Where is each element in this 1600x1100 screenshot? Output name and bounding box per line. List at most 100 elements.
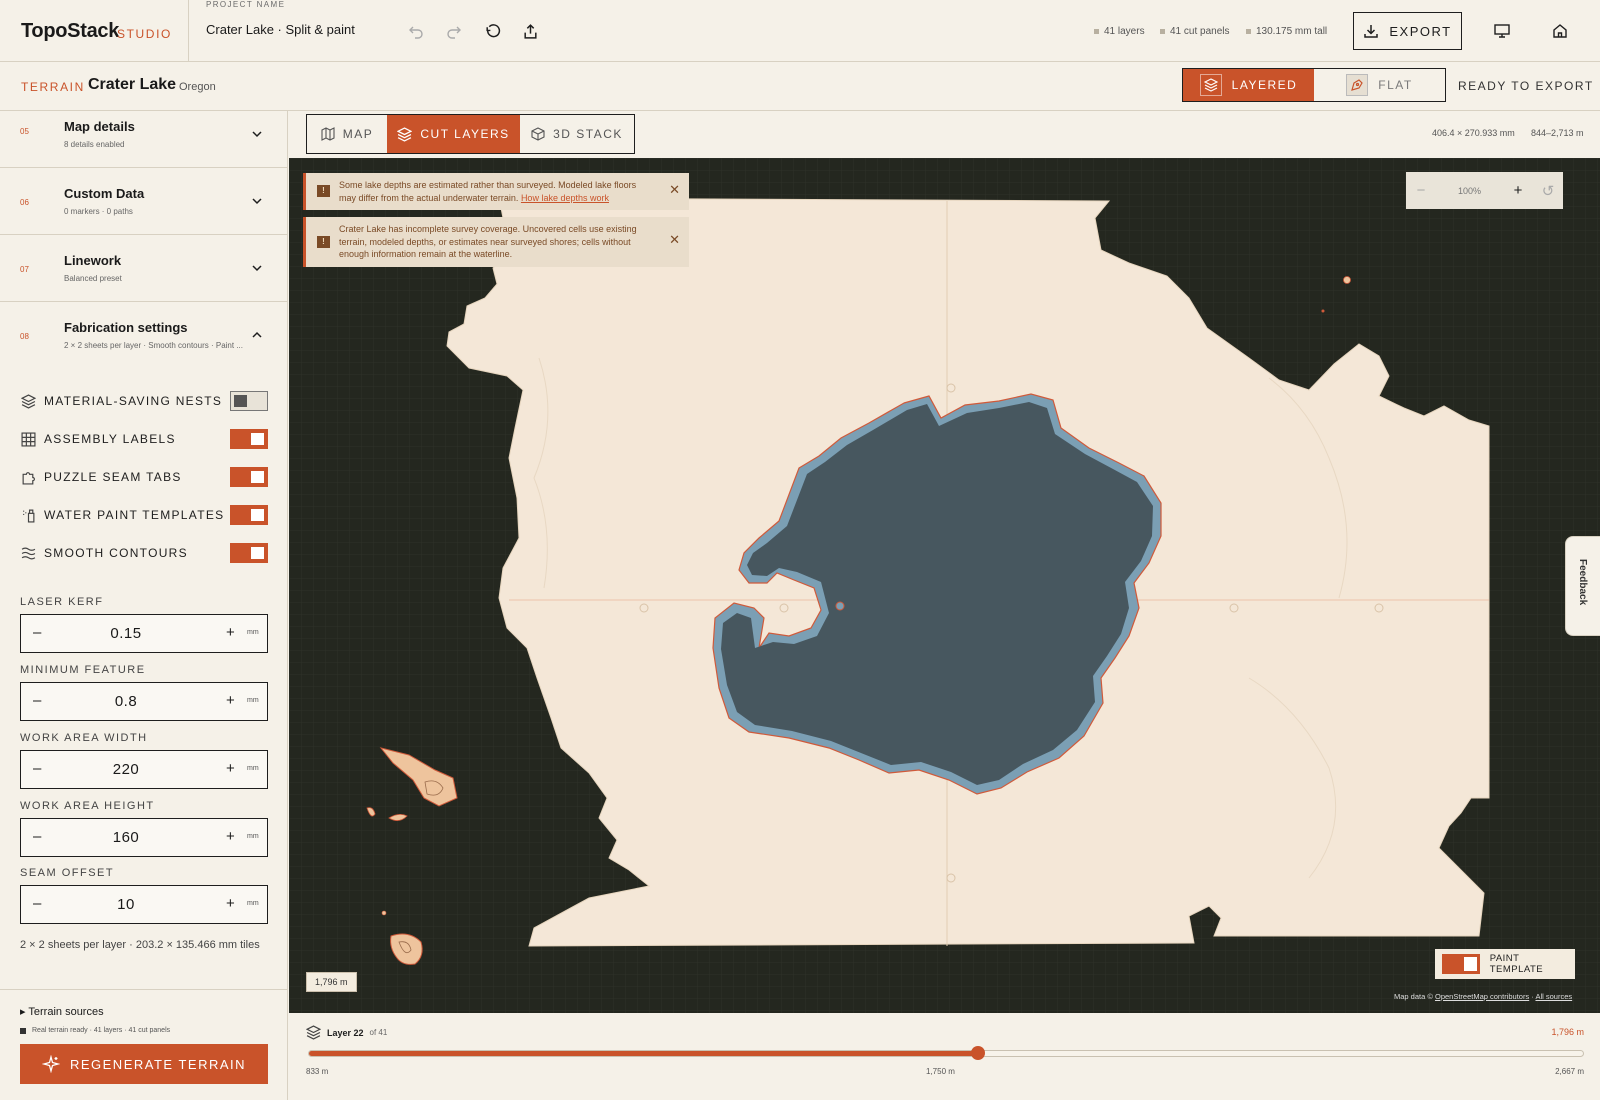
- work-area-height-value[interactable]: 160: [61, 829, 191, 846]
- zoom-controls: − 100% + ↺: [1406, 172, 1563, 209]
- decrement-button[interactable]: –: [33, 692, 41, 709]
- layers-icon: [1199, 74, 1222, 96]
- layer-slider[interactable]: [308, 1046, 1584, 1060]
- section-custom-data[interactable]: 06 Custom Data 0 markers · 0 paths: [0, 168, 288, 235]
- assembly-labels-toggle[interactable]: [230, 429, 268, 449]
- sheet-layout-note: 2 × 2 sheets per layer · 203.2 × 135.466…: [20, 939, 260, 951]
- terrain-region: Oregon: [179, 81, 216, 93]
- elevation-range: 844–2,713 m: [1531, 128, 1584, 138]
- increment-button[interactable]: +: [226, 828, 235, 845]
- toggle-row-water-paint-templates: WATER PAINT TEMPLATES: [20, 503, 268, 527]
- share-icon[interactable]: [519, 20, 541, 42]
- toggle-row-smooth-contours: SMOOTH CONTOURS: [20, 541, 268, 565]
- decrement-button[interactable]: –: [33, 760, 41, 777]
- water-paint-templates-toggle[interactable]: [230, 505, 268, 525]
- grid-icon: [20, 431, 36, 447]
- warning-icon: !: [317, 236, 330, 248]
- terrain-sources-toggle[interactable]: ▸ Terrain sources: [20, 1005, 104, 1018]
- home-icon[interactable]: [1549, 20, 1571, 42]
- work-area-width-value[interactable]: 220: [61, 761, 191, 778]
- toggle-label: PUZZLE SEAM TABS: [44, 470, 182, 484]
- export-button[interactable]: EXPORT: [1353, 12, 1462, 50]
- regenerate-terrain-button[interactable]: REGENERATE TERRAIN: [20, 1044, 268, 1084]
- increment-button[interactable]: +: [226, 895, 235, 912]
- section-title: Linework: [64, 253, 122, 268]
- tab-3d-stack[interactable]: 3D STACK: [520, 115, 634, 153]
- sparkle-icon: [41, 1055, 60, 1073]
- decrement-button[interactable]: –: [33, 828, 41, 845]
- decrement-button[interactable]: –: [33, 624, 41, 641]
- work-area-height-stepper[interactable]: – 160 + mm: [20, 818, 268, 857]
- slider-thumb[interactable]: [970, 1046, 985, 1060]
- view-tabs: MAP CUT LAYERS 3D STACK: [306, 114, 635, 154]
- terrain-status: Real terrain ready · 41 layers · 41 cut …: [20, 1027, 170, 1034]
- tab-cut-layers[interactable]: CUT LAYERS: [387, 115, 520, 153]
- toggle-row-material-saving-nests: MATERIAL-SAVING NESTS: [20, 389, 268, 413]
- layer-indicator: Layer 22 of 41: [306, 1025, 387, 1040]
- layered-mode-button[interactable]: LAYERED: [1183, 69, 1314, 101]
- paint-template-switch[interactable]: [1442, 954, 1480, 974]
- map-canvas[interactable]: ! Some lake depths are estimated rather …: [289, 158, 1600, 1013]
- paint-template-toggle[interactable]: PAINT TEMPLATE: [1435, 949, 1575, 979]
- reset-view-icon[interactable]: ↺: [1533, 182, 1563, 200]
- section-title: Fabrication settings: [64, 320, 188, 335]
- flat-mode-button[interactable]: FLAT: [1314, 69, 1445, 101]
- minimum-feature-value[interactable]: 0.8: [61, 693, 191, 710]
- close-icon[interactable]: ✕: [669, 183, 680, 197]
- section-linework[interactable]: 07 Linework Balanced preset: [0, 235, 288, 302]
- redo-icon[interactable]: [443, 20, 465, 42]
- minimum-feature-stepper[interactable]: – 0.8 + mm: [20, 682, 268, 721]
- zoom-in-button[interactable]: +: [1503, 182, 1533, 199]
- seam-offset-value[interactable]: 10: [61, 896, 191, 913]
- mode-toggle: LAYERED FLAT: [1182, 68, 1446, 102]
- paint-spray-icon: [20, 507, 36, 523]
- toggle-row-assembly-labels: ASSEMBLY LABELS: [20, 427, 268, 451]
- feedback-tab[interactable]: Feedback: [1565, 536, 1600, 636]
- project-name-field[interactable]: Crater Lake · Split & paint: [206, 22, 355, 37]
- reset-icon[interactable]: [481, 20, 503, 42]
- project-name-label: PROJECT NAME: [206, 0, 286, 9]
- osm-link[interactable]: OpenStreetMap contributors: [1435, 992, 1529, 1001]
- all-sources-link[interactable]: All sources: [1535, 992, 1572, 1001]
- close-icon[interactable]: ✕: [669, 233, 680, 247]
- section-subtitle: 8 details enabled: [64, 140, 125, 149]
- laser-kerf-label: LASER KERF: [20, 596, 104, 608]
- section-map-details[interactable]: 05 Map details 8 details enabled: [0, 111, 288, 168]
- how-lake-depths-work-link[interactable]: How lake depths work: [521, 193, 609, 203]
- brand-logo[interactable]: TopoStack: [21, 20, 119, 43]
- work-area-width-stepper[interactable]: – 220 + mm: [20, 750, 268, 789]
- laser-kerf-stepper[interactable]: – 0.15 + mm: [20, 614, 268, 653]
- work-area-width-label: WORK AREA WIDTH: [20, 732, 148, 744]
- decrement-button[interactable]: –: [33, 895, 41, 912]
- material-saving-nests-toggle[interactable]: [230, 391, 268, 411]
- layers-icon: [20, 393, 36, 409]
- section-number: 05: [20, 127, 29, 136]
- puzzle-seam-tabs-toggle[interactable]: [230, 467, 268, 487]
- section-fabrication-settings[interactable]: 08 Fabrication settings 2 × 2 sheets per…: [0, 302, 288, 362]
- zoom-level: 100%: [1457, 185, 1482, 196]
- map-attribution: Map data © OpenStreetMap contributors · …: [1394, 992, 1573, 1001]
- zoom-out-button[interactable]: −: [1406, 182, 1436, 199]
- layer-elevation: 1,796 m: [1551, 1027, 1584, 1037]
- section-number: 06: [20, 198, 29, 207]
- seam-offset-stepper[interactable]: – 10 + mm: [20, 885, 268, 924]
- alert-message: Some lake depths are estimated rather th…: [339, 180, 637, 203]
- slider-tick-max: 2,667 m: [1555, 1067, 1584, 1076]
- section-number: 07: [20, 265, 29, 274]
- increment-button[interactable]: +: [226, 692, 235, 709]
- stat-panels: 41 cut panels: [1160, 26, 1230, 37]
- desktop-icon[interactable]: [1491, 20, 1513, 42]
- laser-kerf-value[interactable]: 0.15: [61, 625, 191, 642]
- undo-icon[interactable]: [405, 20, 427, 42]
- increment-button[interactable]: +: [226, 760, 235, 777]
- toggle-label: MATERIAL-SAVING NESTS: [44, 394, 223, 408]
- seam-offset-label: SEAM OFFSET: [20, 867, 115, 879]
- increment-button[interactable]: +: [226, 624, 235, 641]
- unit-label: mm: [247, 833, 259, 840]
- section-subtitle: Balanced preset: [64, 274, 122, 283]
- slider-tick-mid: 1,750 m: [926, 1067, 955, 1076]
- smooth-contours-toggle[interactable]: [230, 543, 268, 563]
- warning-icon: !: [317, 185, 330, 197]
- tab-map[interactable]: MAP: [307, 115, 387, 153]
- unit-label: mm: [247, 765, 259, 772]
